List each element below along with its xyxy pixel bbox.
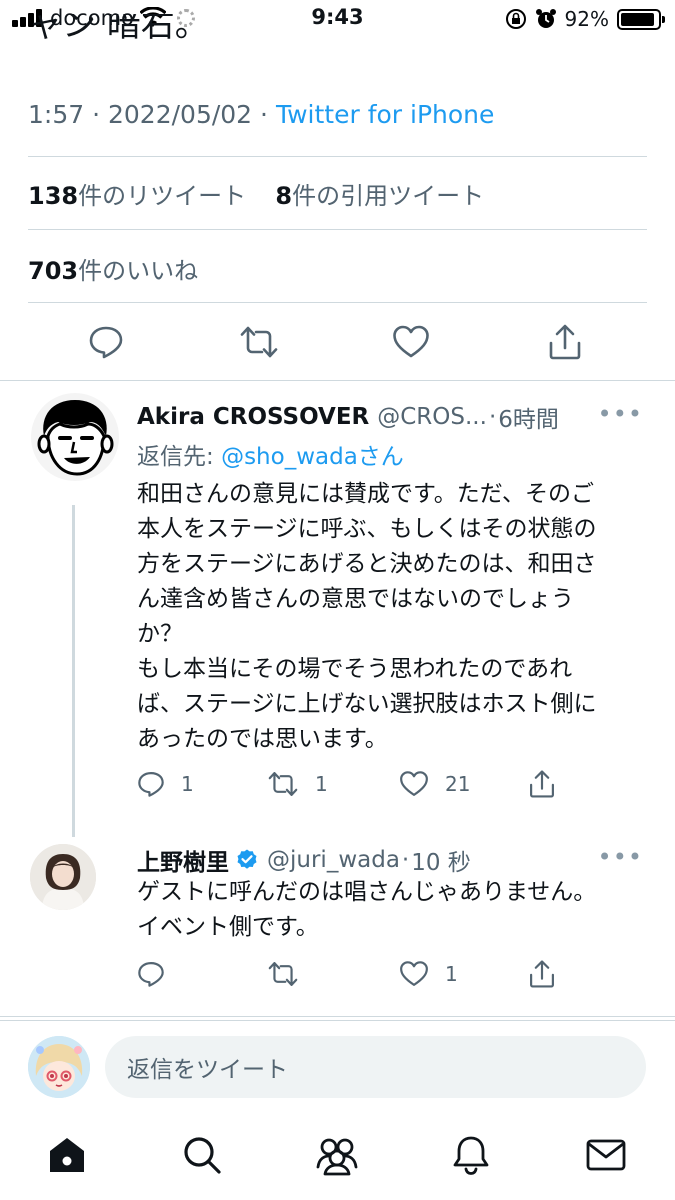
- divider: [28, 302, 647, 303]
- verified-badge-icon: [237, 849, 257, 869]
- share-button[interactable]: [528, 766, 556, 802]
- tab-search[interactable]: [177, 1130, 227, 1180]
- reply-text: ゲストに呼んだのは唱さんじゃありません。 イベント側です。: [137, 879, 597, 940]
- retweet-button[interactable]: 1: [267, 766, 328, 802]
- retweet-icon: [268, 962, 298, 986]
- author-handle[interactable]: @juri_wada: [267, 847, 400, 873]
- author-name[interactable]: 上野樹里: [137, 843, 229, 877]
- reply-icon: [138, 962, 164, 987]
- home-icon: [50, 1138, 84, 1172]
- author-name[interactable]: Akira CROSSOVER: [137, 404, 369, 430]
- quotes-stat[interactable]: 8件の引用ツイート: [275, 182, 484, 210]
- battery-icon: [617, 8, 665, 30]
- profile-photo-avatar-icon: [30, 844, 96, 910]
- tweet-meta: 1:57 · 2022/05/02 · Twitter for iPhone: [28, 100, 495, 129]
- reply-input[interactable]: 返信をツイート: [105, 1036, 646, 1098]
- share-button[interactable]: [545, 320, 585, 364]
- reply-timestamp[interactable]: 6時間: [498, 400, 559, 434]
- reply-header: 上野樹里 @juri_wada · 10 秒: [137, 843, 471, 877]
- avatar[interactable]: [30, 392, 120, 482]
- tab-notifications[interactable]: [446, 1130, 496, 1180]
- reply-icon: [89, 326, 123, 359]
- like-count: 21: [445, 772, 471, 796]
- reply-text: 和田さんの意見には賛成です。ただ、そのご 本人をステージに呼ぶ、もしくはその状態…: [137, 481, 597, 752]
- search-icon: [184, 1137, 221, 1174]
- retweet-icon: [240, 326, 278, 358]
- retweet-button[interactable]: [239, 320, 279, 364]
- reply-count: 1: [181, 772, 194, 796]
- like-button[interactable]: 1: [399, 956, 458, 992]
- more-options-icon[interactable]: •••: [598, 843, 643, 871]
- like-button[interactable]: 21: [399, 766, 470, 802]
- replying-to-suffix: さん: [357, 444, 404, 470]
- communities-icon: [316, 1138, 358, 1176]
- reply-compose-bar: 返信をツイート: [0, 1036, 675, 1100]
- orientation-lock-icon: [505, 9, 526, 29]
- reply-button[interactable]: [86, 320, 126, 364]
- divider: [28, 156, 647, 157]
- retweet-count: 1: [315, 772, 328, 796]
- like-icon: [400, 771, 428, 796]
- reply-header: Akira CROSSOVER @CROS... · 6時間: [137, 400, 559, 434]
- separator: ·: [401, 847, 410, 873]
- tweet-stats-row: 138件のリツイート 8件の引用ツイート: [28, 176, 484, 211]
- replying-to: 返信先: @sho_wadaさん: [137, 437, 404, 471]
- battery-percent: 92%: [564, 7, 609, 31]
- retweets-stat[interactable]: 138件のリツイート: [28, 182, 246, 210]
- author-handle[interactable]: @CROS...: [377, 404, 487, 430]
- share-icon: [530, 770, 554, 798]
- retweet-button[interactable]: [267, 956, 299, 992]
- thread-line: [72, 505, 75, 837]
- tab-messages[interactable]: [581, 1130, 631, 1180]
- divider: [0, 1020, 675, 1021]
- replying-to-user-link[interactable]: @sho_wada: [221, 444, 358, 470]
- reply-button[interactable]: [137, 956, 165, 992]
- divider: [0, 1016, 675, 1017]
- reply-icon: [138, 772, 164, 797]
- like-count: 1: [445, 962, 458, 986]
- divider: [0, 380, 675, 381]
- alarm-icon: [535, 9, 556, 28]
- tweet-action-bar: [0, 320, 675, 370]
- share-button[interactable]: [528, 956, 556, 992]
- reply-timestamp[interactable]: 10 秒: [411, 843, 471, 877]
- separator: ·: [488, 404, 497, 430]
- avatar[interactable]: [30, 844, 96, 910]
- reply-action-bar: 1: [137, 956, 577, 992]
- tab-communities[interactable]: [312, 1130, 362, 1180]
- like-button[interactable]: [391, 320, 431, 364]
- share-icon: [549, 324, 581, 360]
- notifications-icon: [453, 1136, 489, 1175]
- messages-icon: [586, 1139, 626, 1171]
- tweet-time: 1:57: [28, 100, 85, 129]
- battery-level-fill: [621, 12, 655, 26]
- tweet-source-link[interactable]: Twitter for iPhone: [276, 100, 494, 129]
- avatar[interactable]: [28, 1036, 90, 1098]
- divider: [28, 229, 647, 230]
- cartoon-face-avatar-icon: [31, 393, 119, 481]
- retweet-icon: [268, 772, 298, 796]
- share-icon: [530, 960, 554, 988]
- like-icon: [393, 325, 429, 358]
- more-options-icon[interactable]: •••: [598, 400, 643, 428]
- tab-home[interactable]: [42, 1130, 92, 1180]
- anime-avatar-icon: [28, 1036, 90, 1098]
- reply-button[interactable]: 1: [137, 766, 194, 802]
- like-icon: [400, 961, 428, 986]
- truncated-tweet-text: ャン 暗右。: [28, 14, 209, 42]
- tweet-date: 2022/05/02: [108, 100, 253, 129]
- likes-stat[interactable]: 703件のいいね: [28, 251, 198, 286]
- reply-action-bar: 1 1 21: [137, 766, 577, 802]
- replying-to-label: 返信先:: [137, 444, 222, 470]
- bottom-tab-bar: [0, 1126, 675, 1186]
